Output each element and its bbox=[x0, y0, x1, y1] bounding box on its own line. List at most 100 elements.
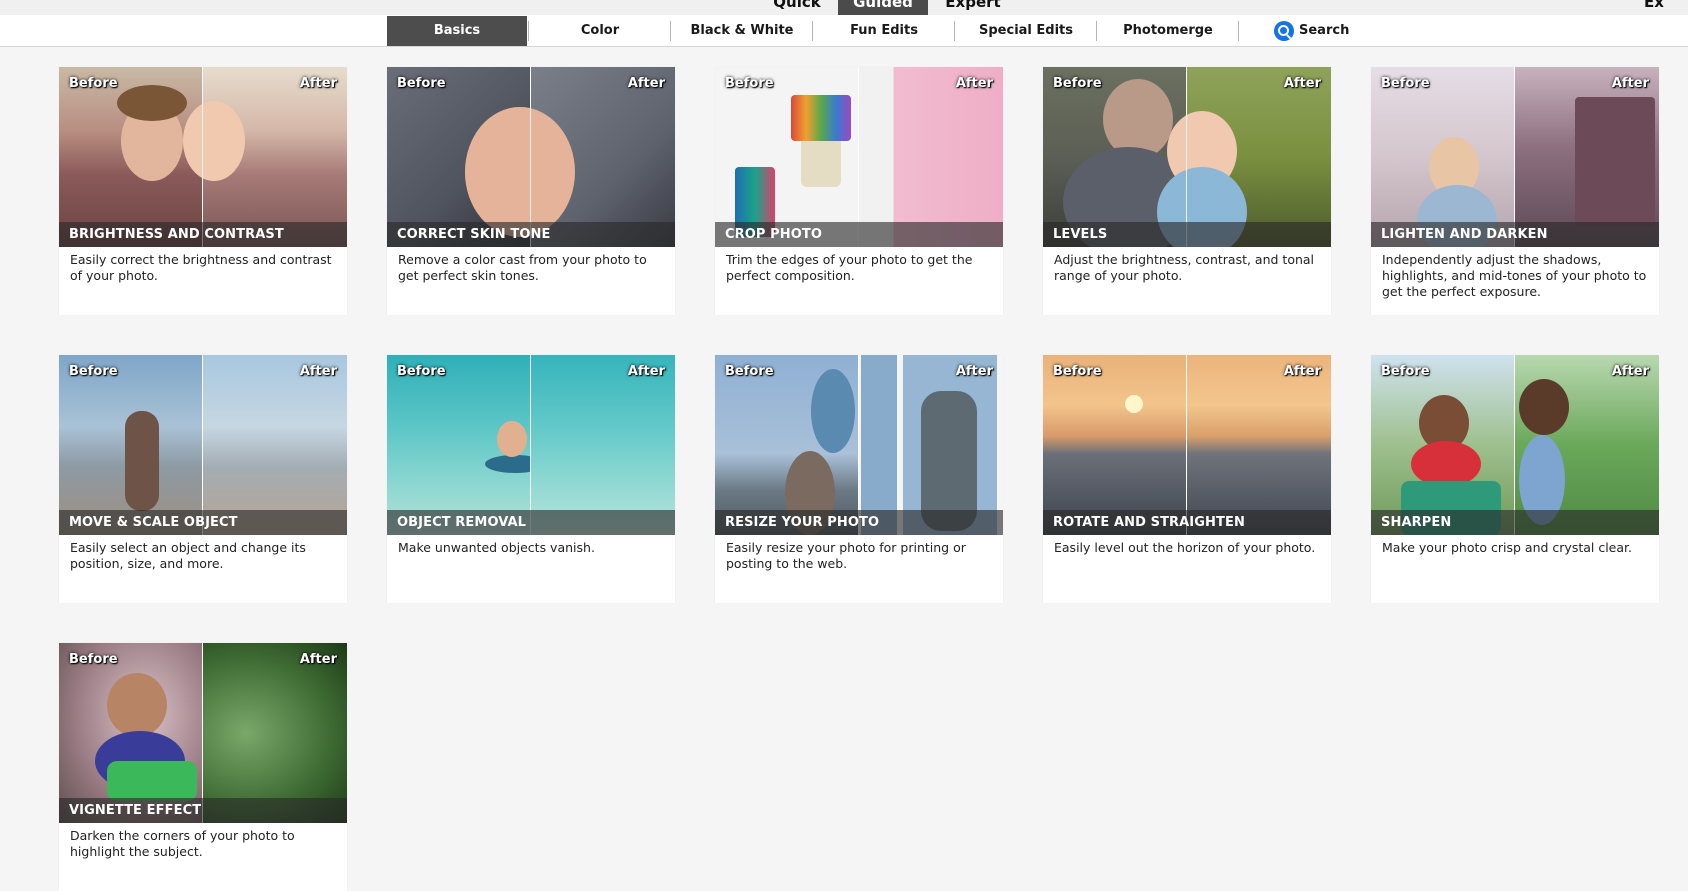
card-title: MOVE & SCALE OBJECT bbox=[69, 515, 238, 530]
before-after-thumbnail: Before After CROP PHOTO bbox=[715, 67, 1003, 247]
after-image bbox=[1157, 67, 1331, 247]
after-label: After bbox=[1611, 364, 1649, 379]
before-after-thumbnail: Before After CORRECT SKIN TONE bbox=[387, 67, 675, 247]
before-image bbox=[715, 67, 858, 247]
photo-subject bbox=[465, 107, 575, 237]
before-label: Before bbox=[69, 364, 118, 379]
photo-subject bbox=[183, 101, 245, 181]
card-title-bar: LEVELS bbox=[1043, 222, 1331, 247]
card-title-bar: LIGHTEN AND DARKEN bbox=[1371, 222, 1659, 247]
split-divider bbox=[202, 643, 203, 823]
card-title-bar: OBJECT REMOVAL bbox=[387, 510, 675, 535]
card-description: Remove a color cast from your photo to g… bbox=[398, 252, 647, 283]
card-title: BRIGHTNESS AND CONTRAST bbox=[69, 227, 284, 242]
guided-edit-card[interactable]: Before After MOVE & SCALE OBJECT Easily … bbox=[59, 355, 347, 603]
split-divider bbox=[858, 355, 859, 535]
after-image bbox=[183, 67, 347, 247]
photo-subject bbox=[801, 137, 841, 187]
guided-edit-card[interactable]: Before After SHARPEN Make your photo cri… bbox=[1371, 355, 1659, 603]
split-divider bbox=[1514, 67, 1515, 247]
before-label: Before bbox=[1053, 76, 1102, 91]
before-after-thumbnail: Before After OBJECT REMOVAL bbox=[387, 355, 675, 535]
photo-child bbox=[811, 369, 855, 453]
card-title: SHARPEN bbox=[1381, 515, 1452, 530]
split-divider bbox=[530, 67, 531, 247]
guided-edit-card[interactable]: Before After BRIGHTNESS AND CONTRAST Eas… bbox=[59, 67, 347, 315]
after-label: After bbox=[627, 76, 665, 91]
before-after-thumbnail: Before After ROTATE AND STRAIGHTEN bbox=[1043, 355, 1331, 535]
card-title-bar: CROP PHOTO bbox=[715, 222, 1003, 247]
after-image bbox=[465, 67, 675, 247]
card-title-bar: SHARPEN bbox=[1371, 510, 1659, 535]
card-title-bar: RESIZE YOUR PHOTO bbox=[715, 510, 1003, 535]
card-title: CORRECT SKIN TONE bbox=[397, 227, 551, 242]
before-after-thumbnail: Before After RESIZE YOUR PHOTO bbox=[715, 355, 1003, 535]
card-title-bar: MOVE & SCALE OBJECT bbox=[59, 510, 347, 535]
before-after-thumbnail: Before After SHARPEN bbox=[1371, 355, 1659, 535]
before-image bbox=[59, 643, 202, 823]
after-label: After bbox=[299, 652, 337, 667]
split-divider bbox=[202, 355, 203, 535]
split-divider bbox=[858, 67, 859, 247]
split-divider bbox=[1514, 355, 1515, 535]
after-image bbox=[1515, 355, 1659, 535]
photo-stairs bbox=[1575, 97, 1655, 227]
before-image bbox=[59, 355, 202, 535]
before-image bbox=[1371, 355, 1514, 535]
before-label: Before bbox=[397, 364, 446, 379]
photo-adult bbox=[1519, 379, 1569, 435]
before-label: Before bbox=[1381, 76, 1430, 91]
card-title: ROTATE AND STRAIGHTEN bbox=[1053, 515, 1245, 530]
before-image bbox=[1371, 67, 1514, 247]
guided-edit-card[interactable]: Before After RESIZE YOUR PHOTO Easily re… bbox=[715, 355, 1003, 603]
guided-edit-card[interactable]: Before After LIGHTEN AND DARKEN Independ… bbox=[1371, 67, 1659, 315]
before-label: Before bbox=[725, 364, 774, 379]
guided-edit-card[interactable]: Before After CORRECT SKIN TONE Remove a … bbox=[387, 67, 675, 315]
card-description: Easily select an object and change its p… bbox=[70, 540, 306, 571]
card-description: Adjust the brightness, contrast, and ton… bbox=[1054, 252, 1315, 283]
after-image bbox=[203, 643, 347, 823]
guided-edit-card[interactable]: Before After LEVELS Adjust the brightnes… bbox=[1043, 67, 1331, 315]
photo-subject bbox=[107, 673, 167, 737]
guided-edit-grid: Before After BRIGHTNESS AND CONTRAST Eas… bbox=[0, 0, 1688, 891]
photo-sun bbox=[1125, 395, 1143, 413]
split-divider bbox=[1186, 355, 1187, 535]
photo-subject bbox=[497, 421, 527, 457]
after-label: After bbox=[627, 364, 665, 379]
before-after-thumbnail: Before After BRIGHTNESS AND CONTRAST bbox=[59, 67, 347, 247]
before-image bbox=[59, 67, 202, 247]
before-label: Before bbox=[69, 76, 118, 91]
card-description: Easily level out the horizon of your pho… bbox=[1054, 540, 1316, 555]
before-image bbox=[1043, 355, 1186, 535]
after-image bbox=[497, 355, 675, 535]
guided-edit-card[interactable]: Before After VIGNETTE EFFECT Darken the … bbox=[59, 643, 347, 891]
after-label: After bbox=[1611, 76, 1649, 91]
guided-edit-card[interactable]: Before After ROTATE AND STRAIGHTEN Easil… bbox=[1043, 355, 1331, 603]
card-title-bar: CORRECT SKIN TONE bbox=[387, 222, 675, 247]
before-label: Before bbox=[397, 76, 446, 91]
card-title-bar: VIGNETTE EFFECT bbox=[59, 798, 347, 823]
card-description: Easily resize your photo for printing or… bbox=[726, 540, 966, 571]
before-after-thumbnail: Before After LIGHTEN AND DARKEN bbox=[1371, 67, 1659, 247]
after-image bbox=[859, 67, 1003, 247]
card-description: Darken the corners of your photo to high… bbox=[70, 828, 295, 859]
split-divider bbox=[530, 355, 531, 535]
before-label: Before bbox=[1053, 364, 1102, 379]
card-title: RESIZE YOUR PHOTO bbox=[725, 515, 880, 530]
after-label: After bbox=[299, 76, 337, 91]
before-after-thumbnail: Before After VIGNETTE EFFECT bbox=[59, 643, 347, 823]
before-after-thumbnail: Before After LEVELS bbox=[1043, 67, 1331, 247]
card-title: CROP PHOTO bbox=[725, 227, 823, 242]
guided-edit-card[interactable]: Before After CROP PHOTO Trim the edges o… bbox=[715, 67, 1003, 315]
photo-subject bbox=[125, 411, 159, 511]
after-label: After bbox=[955, 76, 993, 91]
card-title: VIGNETTE EFFECT bbox=[69, 803, 202, 818]
photo-basket bbox=[107, 761, 197, 801]
before-after-thumbnail: Before After MOVE & SCALE OBJECT bbox=[59, 355, 347, 535]
after-label: After bbox=[955, 364, 993, 379]
after-image bbox=[1187, 355, 1331, 535]
photo-pencils bbox=[791, 95, 851, 141]
before-label: Before bbox=[69, 652, 118, 667]
guided-edit-card[interactable]: Before After OBJECT REMOVAL Make unwante… bbox=[387, 355, 675, 603]
after-label: After bbox=[299, 364, 337, 379]
